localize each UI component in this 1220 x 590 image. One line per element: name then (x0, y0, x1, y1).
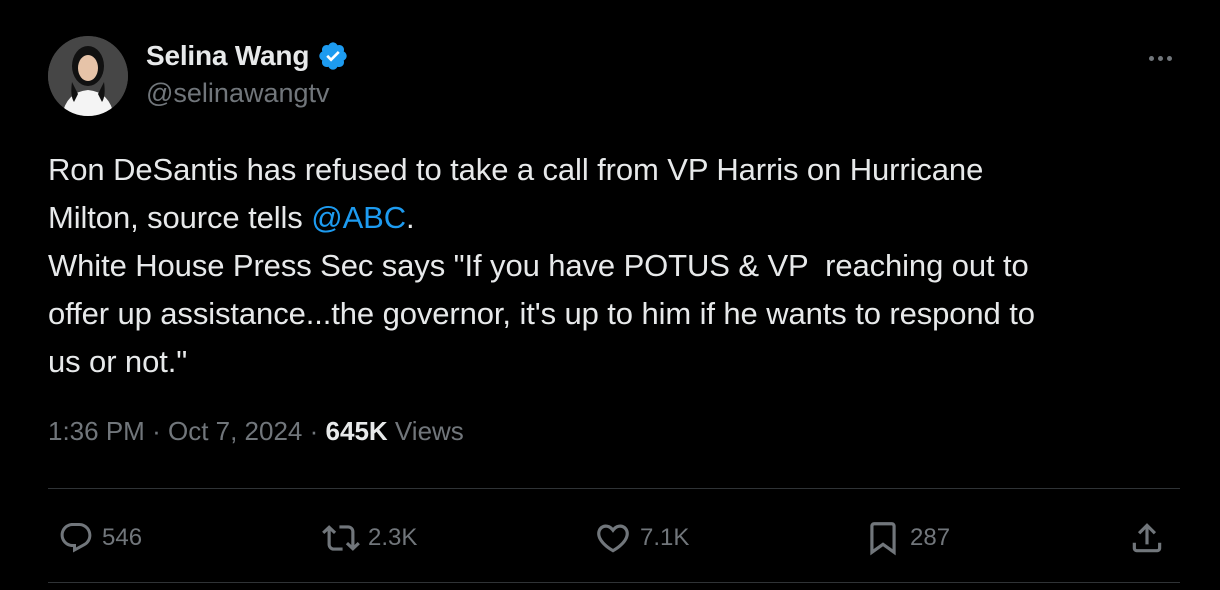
reply-count: 546 (102, 524, 143, 551)
more-dot-icon (1157, 55, 1163, 61)
meta-separator: · (152, 416, 161, 446)
more-dot-icon (1148, 55, 1154, 61)
tweet-text-line: Milton, source tells @ABC. (48, 194, 1188, 242)
more-options-button[interactable] (1138, 44, 1182, 72)
author-display-name[interactable]: Selina Wang (146, 40, 309, 72)
tweet-meta: 1:36 PM · Oct 7, 2024 · 645K Views (48, 416, 464, 447)
author-handle[interactable]: @selinawangtv (146, 78, 349, 109)
share-icon (1132, 523, 1162, 553)
share-button[interactable] (1128, 508, 1166, 568)
tweet-text-line: Ron DeSantis has refused to take a call … (48, 152, 984, 187)
repost-count: 2.3K (368, 524, 418, 551)
tweet-text: Ron DeSantis has refused to take a call … (48, 146, 1188, 386)
avatar[interactable] (48, 36, 128, 116)
heart-icon (597, 524, 629, 553)
tweet-text-line: White House Press Sec says "If you have … (48, 248, 1029, 283)
avatar-image (48, 36, 128, 116)
like-button[interactable]: 7.1K (594, 508, 689, 568)
tweet-time[interactable]: 1:36 PM (48, 416, 145, 446)
author-block: Selina Wang @selinawangtv (146, 38, 349, 109)
author-name-row: Selina Wang (146, 38, 349, 74)
tweet-card: Selina Wang @selinawangtv Ron DeSantis h… (0, 0, 1220, 590)
divider (48, 582, 1180, 583)
views-label: Views (394, 416, 464, 446)
reply-button[interactable]: 546 (58, 508, 142, 568)
repost-icon (322, 525, 360, 551)
bookmark-button[interactable]: 287 (864, 508, 950, 568)
meta-separator: · (309, 416, 319, 446)
mention-link[interactable]: @ABC (311, 200, 406, 235)
reply-icon (60, 523, 92, 553)
tweet-text-line: us or not." (48, 344, 188, 379)
bookmark-count: 287 (910, 524, 951, 551)
like-count: 7.1K (640, 524, 690, 551)
tweet-text-fragment: Milton, source tells (48, 200, 312, 235)
divider (48, 488, 1180, 489)
tweet-text-line: offer up assistance...the governor, it's… (48, 296, 1035, 331)
tweet-date[interactable]: Oct 7, 2024 (168, 416, 302, 446)
more-dot-icon (1166, 55, 1172, 61)
bookmark-icon (870, 522, 896, 556)
verified-badge-icon[interactable] (317, 40, 349, 72)
action-bar: 546 2.3K 7.1K 287 (0, 508, 1220, 568)
views-count: 645K (325, 416, 388, 446)
repost-button[interactable]: 2.3K (322, 508, 417, 568)
tweet-text-fragment: . (406, 200, 415, 235)
